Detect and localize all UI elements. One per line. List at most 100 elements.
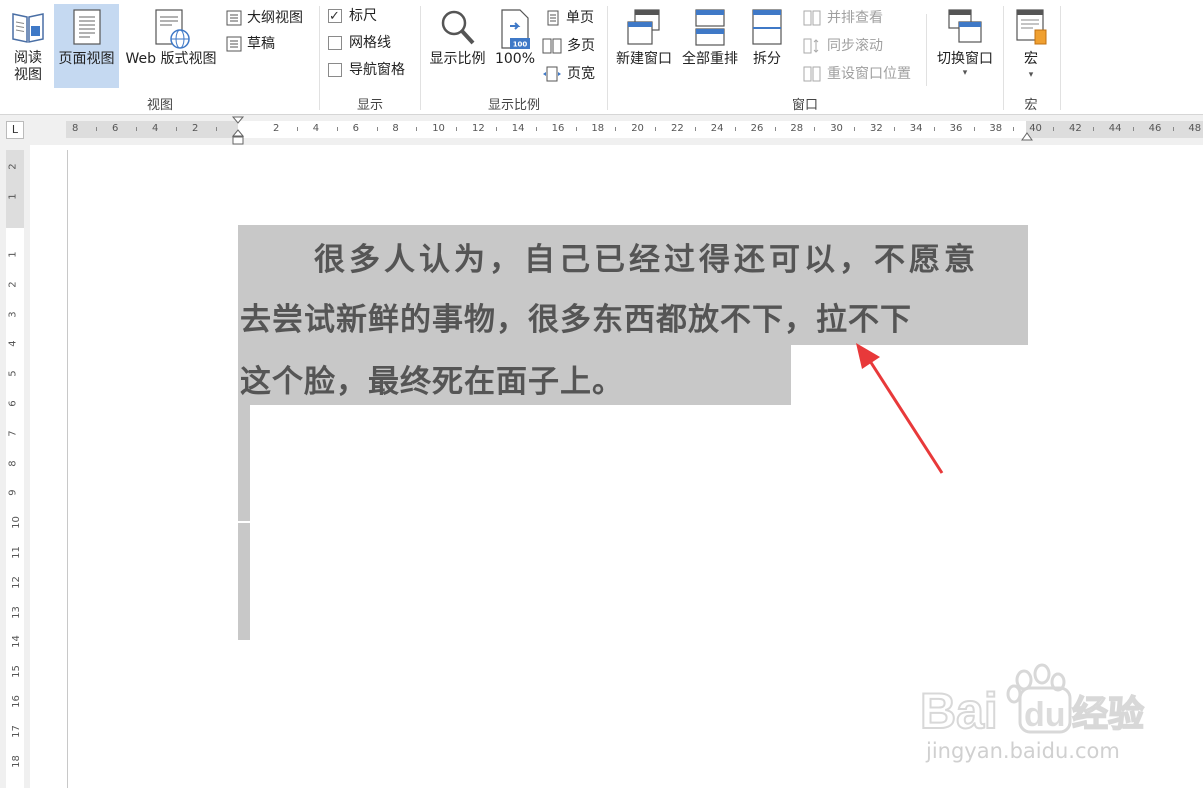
vertical-ruler-tick-label: 9	[7, 489, 19, 497]
show-group-label: 显示	[356, 98, 383, 113]
gridlines-label: 网格线	[349, 35, 391, 51]
vertical-ruler-tick-label: 14	[10, 635, 22, 649]
nav-pane-label: 导航窗格	[349, 62, 405, 78]
zoom-group-label: 显示比例	[487, 98, 540, 113]
side-by-side-button[interactable]: 并排查看	[803, 7, 893, 29]
ruler-tick-label: 36	[949, 123, 963, 134]
page-width-label: 页宽	[567, 66, 595, 82]
vruler-margin	[6, 150, 24, 228]
gridlines-checkbox[interactable]: 网格线	[328, 32, 398, 54]
sync-scroll-button[interactable]: 同步滚动	[803, 35, 893, 57]
web-layout-icon	[155, 9, 190, 49]
baidu-watermark: Bai du 经验 jingyan.baidu.com	[920, 660, 1160, 770]
ruler-tick-dot	[894, 127, 895, 131]
horizontal-ruler[interactable]: L 8 6 4 2 2 4 6 8 10 12 14 16 18 20 22 24 26 28 30 32 34 36 38…	[0, 115, 1203, 145]
ruler-tick-dot	[655, 127, 657, 131]
ribbon: 阅读 视图 页面视图 Web 版式视图 大纲视图 草稿 视图 ✓ 标尺 网格线 …	[0, 0, 1203, 115]
macros-label: 宏	[1024, 51, 1038, 67]
vertical-ruler-tick-label: 11	[10, 546, 22, 559]
ruler-tick-label: 44	[1108, 123, 1122, 134]
ruler-tick-dot	[96, 127, 97, 131]
ruler-tick-label: 20	[631, 123, 644, 134]
page-icon	[72, 9, 101, 45]
vertical-ruler-tick-label: 2	[7, 281, 19, 288]
sync-scroll-icon	[803, 38, 819, 54]
vertical-ruler-tick-label: 10	[10, 516, 22, 530]
macros-button[interactable]: 宏 ▾	[1008, 4, 1054, 88]
chevron-down-icon: ▾	[1028, 70, 1034, 80]
ruler-tick-label: 4	[152, 123, 159, 134]
tab-selector-button[interactable]: L	[6, 121, 24, 139]
hundred-percent-icon: 100	[501, 9, 530, 49]
nav-pane-check-box[interactable]	[328, 63, 342, 77]
hundred-percent-button[interactable]: 100 100%	[492, 4, 538, 88]
nav-pane-checkbox[interactable]: 导航窗格	[328, 59, 414, 81]
right-indent-marker-icon[interactable]	[1021, 131, 1033, 143]
ruler-tick-label: 26	[750, 123, 764, 134]
reset-position-button[interactable]: 重设窗口位置	[803, 63, 923, 85]
baidu-cn-text: 经验	[1072, 694, 1144, 735]
ruler-check-box[interactable]	[328, 6, 342, 28]
document-text-line[interactable]: 很多人认为，自己已经过得还可以，不愿意	[314, 234, 979, 279]
new-window-icon	[627, 9, 660, 45]
arrange-all-button[interactable]: 全部重排	[678, 4, 742, 88]
ruler-tick-dot	[336, 127, 338, 131]
ruler-tick-label: 30	[830, 123, 843, 134]
new-window-button[interactable]: 新建窗口	[612, 4, 676, 88]
web-view-label: Web 版式视图	[125, 51, 217, 67]
chevron-down-icon: ▾	[962, 68, 968, 78]
draft-view-button[interactable]: 草稿	[226, 33, 286, 55]
ruler-tick-dot	[774, 127, 776, 131]
split-button[interactable]: 拆分	[746, 4, 788, 88]
one-page-label: 单页	[566, 10, 594, 26]
switch-windows-button[interactable]: 切换窗口 ▾	[932, 4, 998, 88]
multi-page-button[interactable]: 多页	[542, 35, 600, 57]
outline-view-button[interactable]: 大纲视图	[226, 7, 314, 29]
ruler-tick-dot	[1093, 127, 1094, 131]
separator	[607, 6, 608, 110]
arrange-all-label: 全部重排	[682, 51, 738, 67]
page-width-button[interactable]: 页宽	[542, 63, 600, 85]
ruler-tick-label: 32	[870, 123, 883, 134]
view-group-label: 视图	[146, 98, 173, 113]
draft-icon	[226, 36, 242, 52]
ruler-tick-dot	[496, 127, 497, 131]
vertical-ruler-tick-label: 2	[7, 163, 19, 170]
side-by-side-label: 并排查看	[827, 10, 883, 26]
ruler-tick-label: 4	[312, 123, 320, 134]
document-text-line[interactable]: 去尝试新鲜的事物，很多东西都放不下，拉不下	[240, 294, 912, 339]
web-view-button[interactable]: Web 版式视图	[121, 4, 221, 88]
read-view-button[interactable]: 阅读 视图	[6, 4, 50, 88]
ruler-tick-label: 8	[392, 123, 399, 134]
gridlines-check-box[interactable]	[328, 36, 342, 50]
ruler-tick-label: 34	[909, 123, 923, 134]
arrange-all-icon	[695, 9, 725, 46]
ruler-tick-label: 48	[1188, 123, 1202, 134]
vertical-ruler-tick-label: 6	[7, 400, 19, 407]
page-view-button[interactable]: 页面视图	[54, 4, 119, 88]
vertical-ruler[interactable]: 2 1 1 2 3 4 5 6 7 8 9 10 11 12 13 14 15 16 17 18	[0, 145, 30, 790]
ruler-tick-dot	[216, 127, 217, 131]
indent-marker-icon[interactable]	[231, 116, 245, 146]
side-by-side-icon	[803, 10, 821, 26]
ruler-tick-label: 38	[989, 123, 1003, 134]
page-view-label: 页面视图	[58, 51, 115, 67]
vertical-ruler-tick-label: 1	[7, 251, 19, 258]
vertical-ruler-tick-label: 12	[10, 575, 22, 589]
ruler-tick-label: 24	[710, 123, 724, 134]
macro-icon	[1016, 9, 1047, 45]
document-text-line[interactable]: 这个脸，最终死在面子上。	[240, 356, 624, 401]
ruler-label: 标尺	[349, 8, 377, 24]
ruler-checkbox[interactable]: 标尺	[328, 5, 388, 28]
ruler-tick-dot	[1053, 127, 1055, 131]
ruler-tick-dot	[416, 127, 418, 131]
ruler-tick-dot	[1172, 127, 1174, 131]
ruler-tick-label: 2	[192, 123, 199, 134]
outline-view-label: 大纲视图	[247, 10, 303, 26]
separator	[319, 6, 320, 110]
book-icon	[12, 13, 44, 43]
zoom-button[interactable]: 显示比例	[425, 4, 490, 88]
ruler-tick-dot	[575, 127, 577, 131]
one-page-button[interactable]: 单页	[545, 7, 600, 29]
window-group-label: 窗口	[791, 98, 818, 113]
